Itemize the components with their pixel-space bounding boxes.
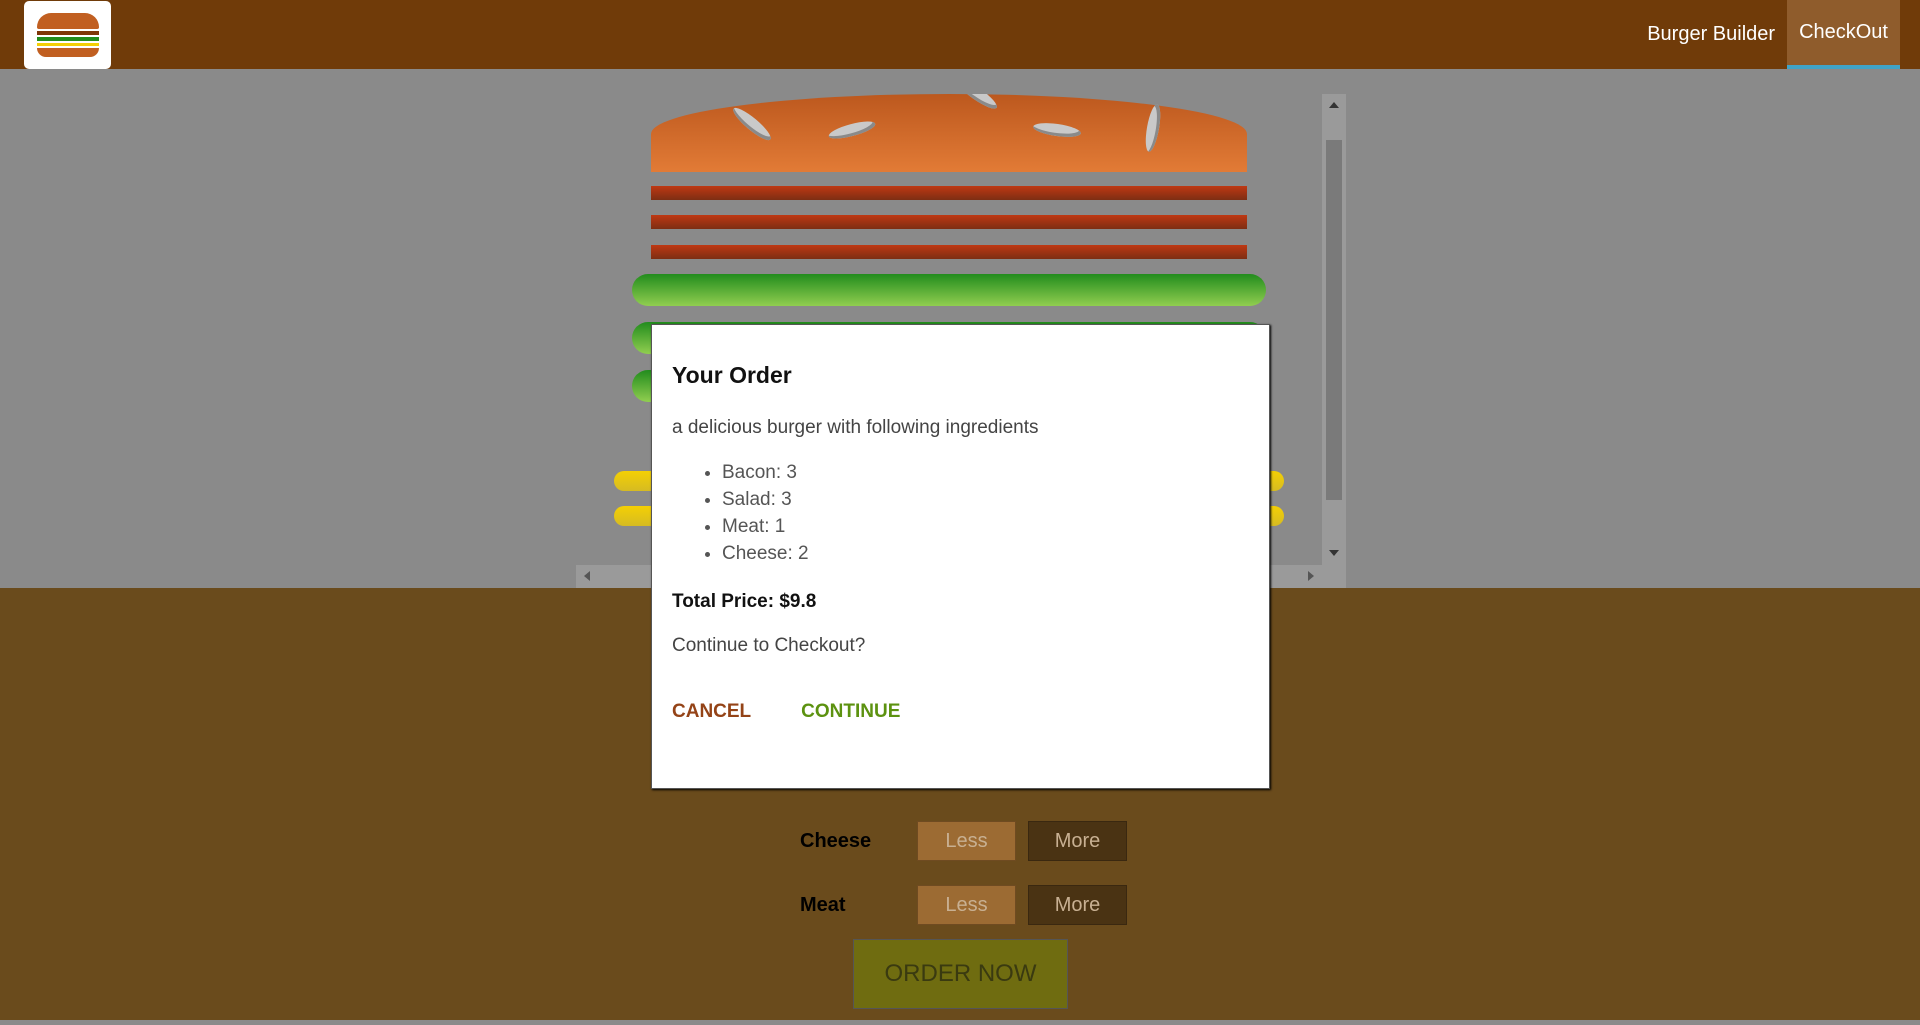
modal-title: Your Order	[672, 362, 792, 388]
bacon-layer	[651, 215, 1247, 229]
list-item: Bacon: 3	[722, 459, 1249, 486]
toolbar: Burger Builder CheckOut	[0, 0, 1920, 69]
list-item: Meat: 1	[722, 513, 1249, 540]
less-meat-button[interactable]: Less	[917, 885, 1016, 925]
order-summary-modal: Your Order a delicious burger with follo…	[651, 324, 1270, 789]
total-price: Total Price: $9.8	[672, 591, 817, 612]
scroll-up-icon[interactable]	[1329, 102, 1339, 108]
burger-logo[interactable]	[24, 1, 111, 69]
bacon-layer	[651, 186, 1247, 200]
more-cheese-button[interactable]: More	[1028, 821, 1127, 861]
order-now-button[interactable]: ORDER NOW	[853, 939, 1068, 1009]
control-label: Cheese	[800, 829, 872, 852]
bottom-strip	[0, 1020, 1920, 1025]
list-item: Cheese: 2	[722, 540, 1249, 567]
burger-logo-icon	[36, 13, 99, 57]
vertical-scrollbar[interactable]	[1322, 94, 1346, 588]
salad-layer	[632, 274, 1266, 306]
bacon-layer	[651, 245, 1247, 259]
list-item: Salad: 3	[722, 486, 1249, 513]
checkout-question: Continue to Checkout?	[672, 635, 866, 656]
nav-item-burger-builder[interactable]: Burger Builder	[1635, 0, 1787, 69]
more-meat-button[interactable]: More	[1028, 885, 1127, 925]
nav-items: Burger Builder CheckOut	[1635, 0, 1900, 69]
nav-item-checkout[interactable]: CheckOut	[1787, 0, 1900, 69]
cancel-button[interactable]: CANCEL	[672, 701, 751, 723]
scrollbar-thumb[interactable]	[1326, 140, 1342, 500]
control-row-cheese: Cheese Less More	[800, 821, 1127, 861]
control-label: Meat	[800, 893, 846, 916]
ingredient-list: Bacon: 3 Salad: 3 Meat: 1 Cheese: 2	[672, 459, 1249, 567]
continue-button[interactable]: CONTINUE	[801, 701, 900, 723]
control-row-meat: Meat Less More	[800, 885, 1127, 925]
bread-top	[651, 94, 1247, 172]
modal-actions: CANCEL CONTINUE	[672, 701, 1249, 723]
scroll-left-icon[interactable]	[584, 571, 590, 581]
modal-description: a delicious burger with following ingred…	[672, 417, 1039, 438]
scroll-right-icon[interactable]	[1308, 571, 1314, 581]
scroll-down-icon[interactable]	[1329, 550, 1339, 556]
less-cheese-button[interactable]: Less	[917, 821, 1016, 861]
